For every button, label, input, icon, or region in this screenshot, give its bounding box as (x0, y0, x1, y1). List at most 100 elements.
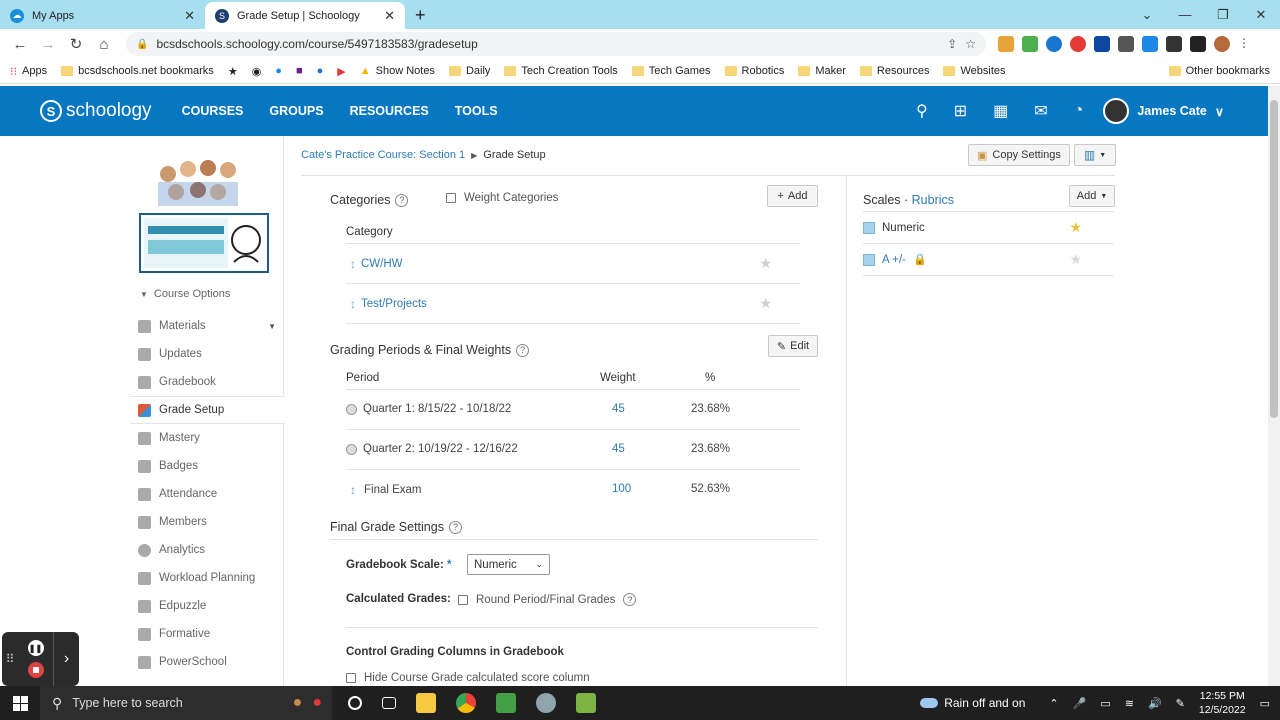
taskbar-search[interactable]: ⚲ Type here to search ● ● (40, 686, 332, 720)
chevron-down-icon[interactable]: ⌄ (1128, 7, 1166, 23)
drag-handle-icon[interactable]: ↕ (350, 297, 356, 311)
extension-grid-icon[interactable] (1094, 36, 1110, 52)
sidepanel-icon[interactable] (1190, 36, 1206, 52)
bookmark-folder[interactable]: Robotics (724, 65, 784, 77)
puzzle-icon[interactable] (1166, 36, 1182, 52)
scales-tab[interactable]: Scales (863, 193, 901, 207)
category-row[interactable]: ↕ Test/Projects ★ (346, 284, 800, 324)
pause-icon[interactable]: ❚❚ (27, 640, 44, 656)
share-icon[interactable]: ⇪ (947, 37, 957, 51)
period-weight[interactable]: 45 (612, 403, 625, 415)
tab-my-apps[interactable]: ☁ My Apps ✕ (0, 2, 205, 29)
bookmark-star[interactable]: ★ (228, 65, 238, 78)
category-row[interactable]: ↕ CW/HW ★ (346, 244, 800, 284)
page-scrollbar[interactable] (1268, 86, 1280, 686)
pen-icon[interactable]: ✎ (1176, 697, 1185, 710)
close-icon[interactable]: ✕ (184, 8, 195, 24)
drag-handle-icon[interactable]: ↕ (350, 257, 356, 271)
sidebar-item-materials[interactable]: Materials ▼ (130, 312, 284, 340)
camtasia-icon[interactable] (496, 693, 516, 713)
caret-down-icon[interactable]: ▼ (268, 322, 276, 331)
sidebar-item-badges[interactable]: Badges (130, 452, 284, 480)
scale-name[interactable]: A +/- (882, 254, 906, 266)
user-menu[interactable]: James Cate ∨ (1103, 98, 1224, 124)
sidebar-item-mastery[interactable]: Mastery (130, 424, 284, 452)
sidebar-item-attendance[interactable]: Attendance (130, 480, 284, 508)
forward-icon[interactable]: → (36, 36, 60, 53)
period-weight[interactable]: 100 (612, 483, 631, 495)
cortana-icon[interactable] (348, 696, 362, 710)
bookmark-site[interactable]: ● (317, 65, 324, 77)
round-grades-toggle[interactable]: Round Period/Final Grades? (458, 593, 637, 606)
restore-icon[interactable]: ❐ (1204, 7, 1242, 23)
bookmark-folder[interactable]: Tech Creation Tools (504, 65, 618, 77)
sidebar-item-formative[interactable]: Formative (130, 620, 284, 648)
chevron-right-icon[interactable]: › (54, 650, 79, 668)
sidebar-item-analytics[interactable]: Analytics (130, 536, 284, 564)
help-icon[interactable]: ? (448, 520, 462, 534)
microphone-icon[interactable]: 🎤 (1073, 697, 1087, 710)
hide-course-grade-toggle[interactable]: Hide Course Grade calculated score colum… (346, 672, 590, 684)
reload-icon[interactable]: ↻ (64, 35, 88, 53)
extension-new-icon[interactable] (998, 36, 1014, 52)
chevron-up-icon[interactable]: ⌃ (1049, 697, 1058, 710)
volume-icon[interactable]: 🔊 (1148, 697, 1162, 710)
sidebar-item-members[interactable]: Members (130, 508, 284, 536)
url-field[interactable]: 🔒 bcsdschools.schoology.com/course/54971… (126, 32, 986, 56)
copy-settings-button[interactable]: ▣ Copy Settings (968, 144, 1070, 166)
tab-grade-setup[interactable]: S Grade Setup | Schoology ✕ (205, 2, 405, 29)
bookmark-site[interactable]: ▶ (337, 65, 345, 78)
notification-center-icon[interactable]: ▭ (1260, 697, 1270, 710)
weather-widget[interactable]: Rain off and on (920, 696, 1025, 710)
weight-categories-checkbox[interactable] (446, 193, 456, 203)
extension-red-icon[interactable] (1070, 36, 1086, 52)
sidebar-item-updates[interactable]: Updates (130, 340, 284, 368)
new-tab-button[interactable]: + (405, 2, 436, 29)
bookmark-apps[interactable]: ⁝⁝ Apps (10, 65, 47, 78)
scale-row[interactable]: Numeric ★ (863, 212, 1114, 244)
search-icon[interactable]: ⚲ (916, 101, 928, 121)
help-icon[interactable]: ? (516, 343, 530, 357)
bookmark-folder[interactable]: Tech Games (631, 65, 711, 77)
sidebar-item-edpuzzle[interactable]: Edpuzzle (130, 592, 284, 620)
schoology-logo[interactable]: S schoology (40, 100, 152, 122)
extension-pen-icon[interactable] (1118, 36, 1134, 52)
scale-name[interactable]: Numeric (882, 222, 925, 234)
bookmark-folder[interactable]: Resources (859, 65, 929, 77)
add-category-button[interactable]: + Add (767, 185, 818, 207)
windows-start-button[interactable] (0, 695, 40, 711)
breadcrumb-course-link[interactable]: Cate's Practice Course: Section 1 (301, 149, 465, 161)
wifi-icon[interactable]: ≋ (1125, 697, 1134, 710)
default-star-icon[interactable]: ★ (1069, 219, 1082, 236)
sidebar-item-powerschool[interactable]: PowerSchool (130, 648, 284, 676)
sidebar-item-workload-planning[interactable]: Workload Planning (130, 564, 284, 592)
sidebar-item-grade-setup[interactable]: Grade Setup (130, 396, 285, 424)
stop-icon[interactable] (27, 662, 44, 678)
star-icon[interactable]: ★ (1069, 251, 1082, 268)
chrome-icon[interactable] (456, 693, 476, 713)
nav-resources[interactable]: RESOURCES (350, 104, 429, 118)
bookmark-folder[interactable]: bcsdschools.net bookmarks (61, 65, 214, 77)
bookmark-site[interactable]: ● (275, 65, 282, 77)
back-icon[interactable]: ← (8, 36, 32, 53)
close-window-icon[interactable]: ✕ (1242, 7, 1280, 23)
add-scale-button[interactable]: Add ▼ (1069, 185, 1115, 207)
app-icon[interactable] (536, 693, 556, 713)
nav-courses[interactable]: COURSES (182, 104, 244, 118)
home-icon[interactable]: ⌂ (92, 36, 116, 53)
course-options-toggle[interactable]: ▼ Course Options (140, 288, 230, 300)
gradebook-scale-select[interactable]: Numeric ⌄ (467, 554, 550, 575)
notifications-icon[interactable]: ◔ (1074, 102, 1084, 120)
scrollbar-thumb[interactable] (1270, 100, 1278, 418)
bookmark-folder[interactable]: Daily (448, 65, 490, 77)
task-view-icon[interactable] (382, 697, 396, 709)
edit-grading-periods-button[interactable]: ✎ Edit (768, 335, 818, 357)
bookmark-other[interactable]: Other bookmarks (1168, 65, 1270, 77)
extension-v-icon[interactable] (1142, 36, 1158, 52)
period-weight[interactable]: 45 (612, 443, 625, 455)
star-icon[interactable]: ★ (759, 295, 772, 312)
bookmark-folder[interactable]: Websites (943, 65, 1006, 77)
taskbar-clock[interactable]: 12:55 PM 12/5/2022 (1199, 689, 1246, 717)
profile-avatar-icon[interactable] (1214, 36, 1230, 52)
sidebar-item-gradebook[interactable]: Gradebook (130, 368, 284, 396)
